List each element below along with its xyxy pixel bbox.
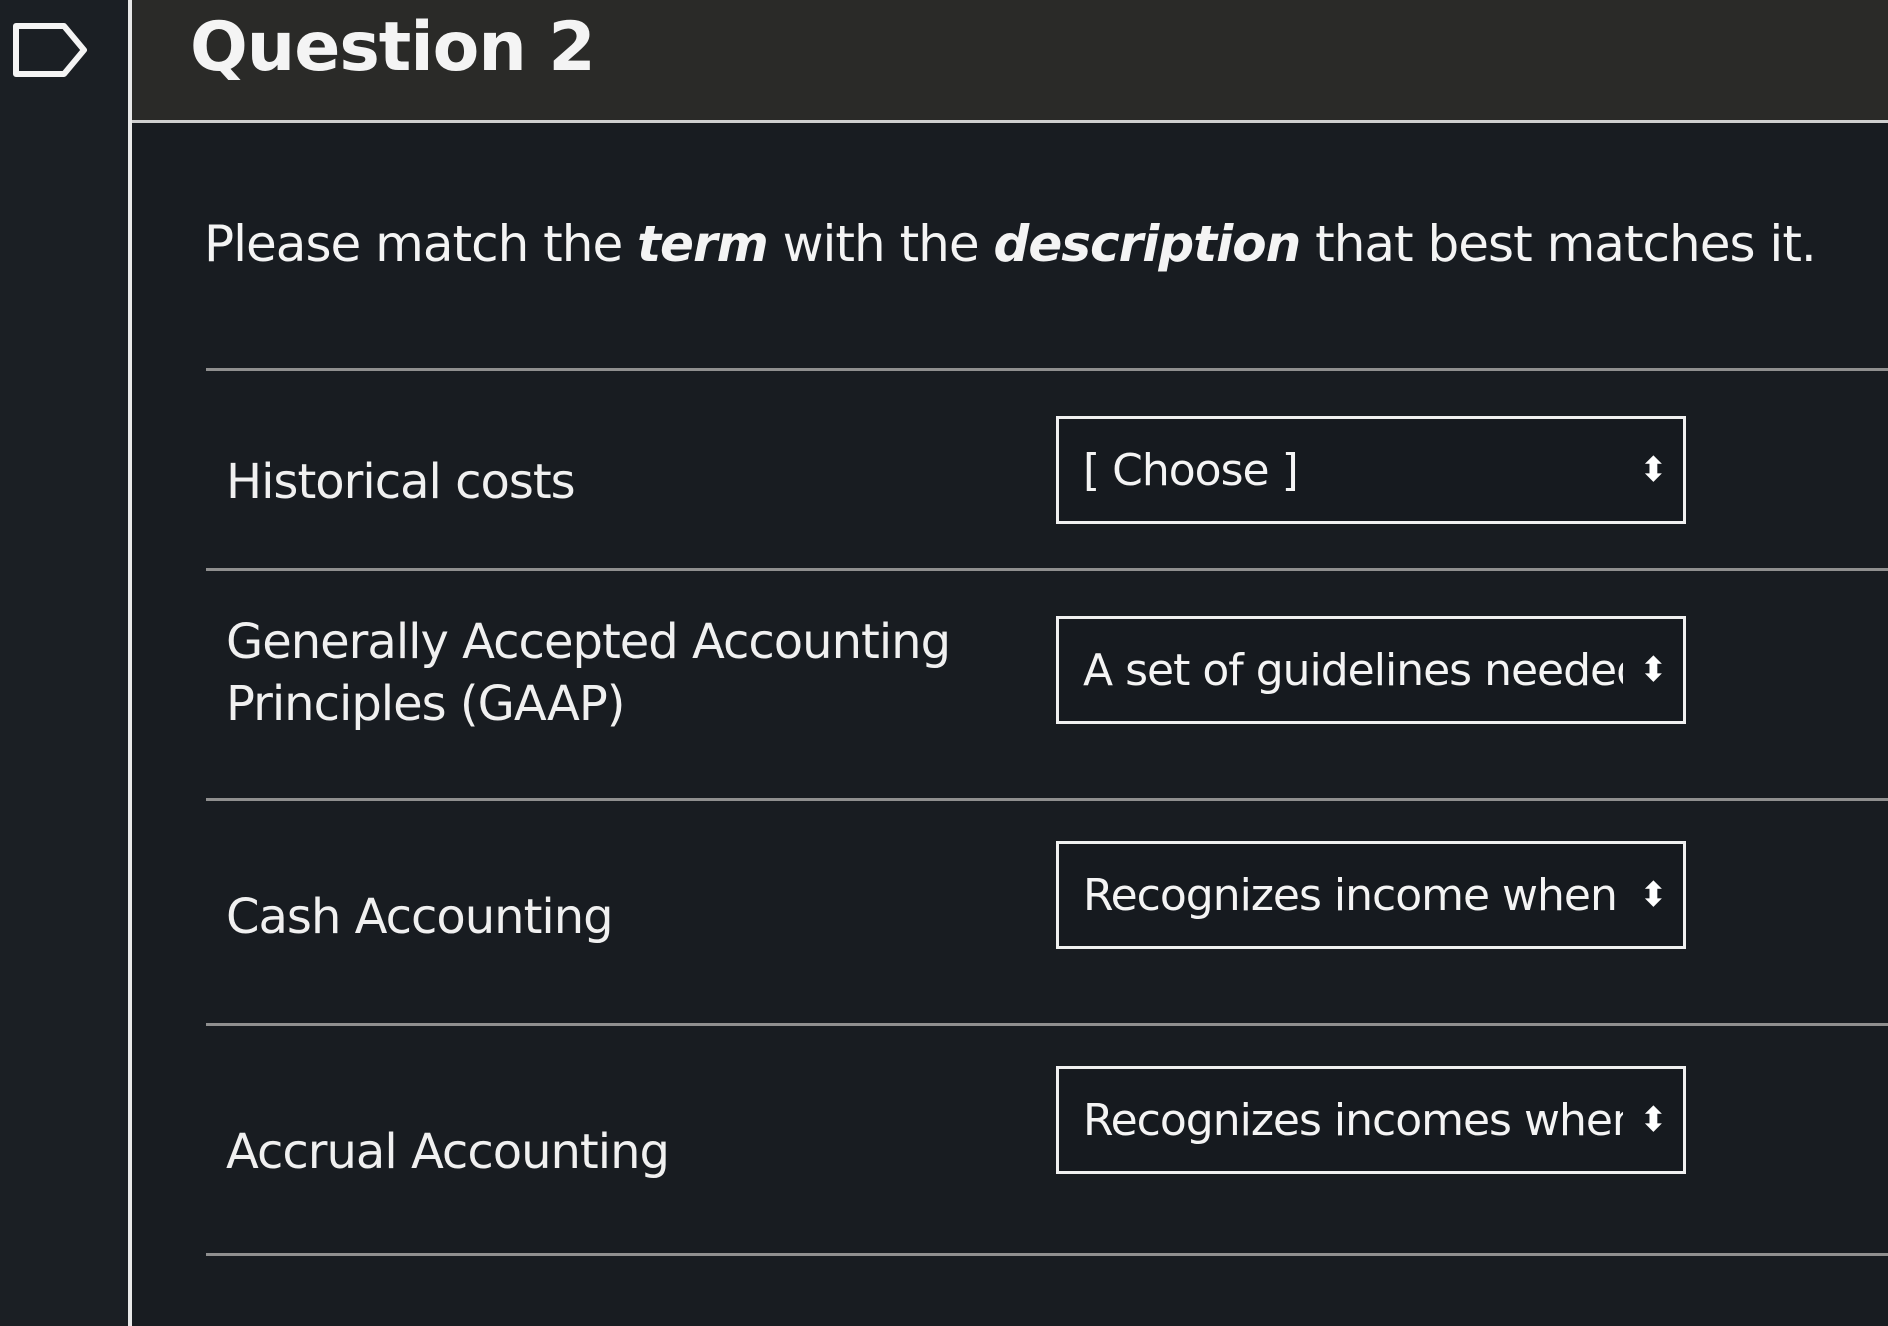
answer-select-value: Recognizes incomes when a cas <box>1083 1094 1623 1146</box>
answer-select-value: [ Choose ] <box>1083 444 1299 496</box>
row-divider <box>206 1253 1888 1256</box>
match-row: Historical costs [ Choose ] ⬍ <box>206 368 1888 571</box>
prompt-text-2: with the <box>767 215 994 273</box>
match-row: Cash Accounting Recognizes income when c… <box>206 798 1888 1026</box>
prompt-text-3: that best matches it. <box>1300 215 1817 273</box>
match-row: Accrual Accounting Recognizes incomes wh… <box>206 1023 1888 1256</box>
question-body: Please match the term with the descripti… <box>132 123 1888 1326</box>
answer-select-value: Recognizes income when cash i <box>1083 869 1623 921</box>
question-title: Question 2 <box>190 8 596 87</box>
match-row: Generally Accepted Accounting Principles… <box>206 568 1888 801</box>
answer-select[interactable]: Recognizes incomes when a cas ⬍ <box>1056 1066 1686 1174</box>
answer-select[interactable]: Recognizes income when cash i ⬍ <box>1056 841 1686 949</box>
prompt-text-1: Please match the <box>204 215 638 273</box>
answer-select[interactable]: A set of guidelines needed for t ⬍ <box>1056 616 1686 724</box>
prompt-term-word: term <box>637 215 769 273</box>
updown-chevron-icon: ⬍ <box>1639 1100 1668 1140</box>
match-term: Cash Accounting <box>226 889 614 945</box>
match-term: Generally Accepted Accounting Principles… <box>226 614 951 733</box>
updown-chevron-icon: ⬍ <box>1639 650 1668 690</box>
match-term: Historical costs <box>226 454 576 510</box>
answer-select[interactable]: [ Choose ] ⬍ <box>1056 416 1686 524</box>
question-header: Question 2 <box>132 0 1888 123</box>
prompt-description-word: description <box>993 215 1302 273</box>
answer-select-value: A set of guidelines needed for t <box>1083 644 1623 696</box>
match-term: Accrual Accounting <box>226 1124 670 1180</box>
question-prompt: Please match the term with the descripti… <box>204 215 1817 273</box>
updown-chevron-icon: ⬍ <box>1639 450 1668 490</box>
flag-icon[interactable] <box>12 22 90 78</box>
updown-chevron-icon: ⬍ <box>1639 875 1668 915</box>
question-nav-rail <box>0 0 132 1326</box>
